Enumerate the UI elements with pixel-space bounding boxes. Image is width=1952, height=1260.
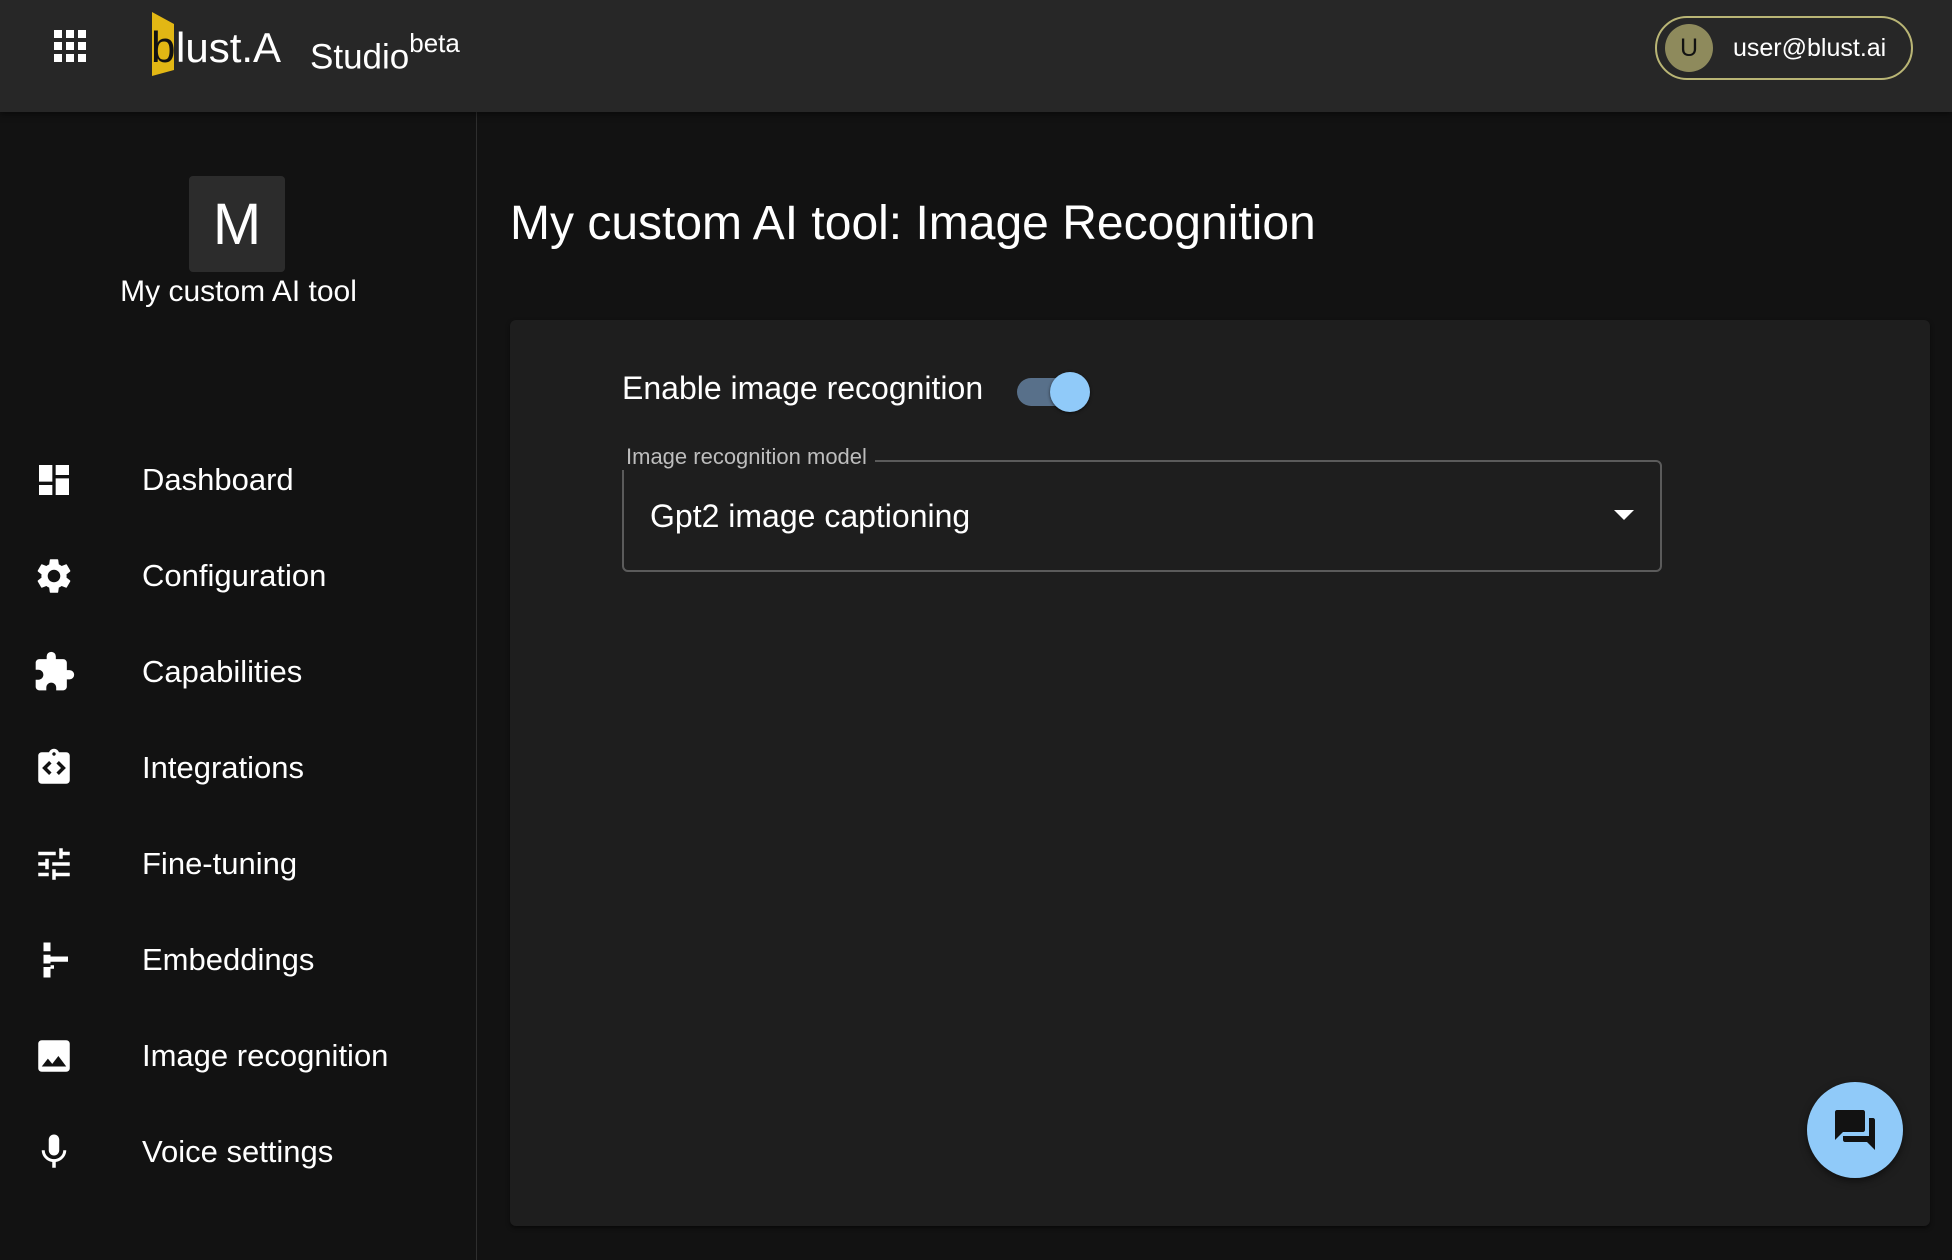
sidebar-item-label: Capabilities xyxy=(142,654,303,689)
sidebar-item-label: Fine-tuning xyxy=(142,846,298,881)
user-email: user@blust.ai xyxy=(1733,33,1887,62)
beta-superscript: beta xyxy=(409,28,460,58)
sidebar-item-embeddings[interactable]: Embeddings xyxy=(0,912,477,1008)
sidebar-item-label: Image recognition xyxy=(142,1038,389,1073)
microphone-icon xyxy=(30,1128,78,1176)
chat-fab-button[interactable] xyxy=(1807,1082,1903,1178)
image-recognition-model-select[interactable]: Image recognition model Gpt2 image capti… xyxy=(618,444,1662,572)
integration-icon xyxy=(30,744,78,792)
blust-ai-logo[interactable]: b lust.AI xyxy=(148,8,293,78)
enable-image-recognition-label: Enable image recognition xyxy=(622,370,984,406)
logo-letter-b: b xyxy=(151,23,175,72)
apps-grid-icon xyxy=(54,30,86,62)
sidebar-item-voice-settings[interactable]: Voice settings xyxy=(0,1104,477,1200)
page-title: My custom AI tool: Image Recognition xyxy=(510,197,1316,250)
sidebar-item-configuration[interactable]: Configuration xyxy=(0,528,477,624)
switch-thumb xyxy=(1050,372,1090,412)
settings-card: Enable image recognition Image recogniti… xyxy=(510,320,1930,1226)
apps-grid-button[interactable] xyxy=(46,22,94,70)
sidebar-item-capabilities[interactable]: Capabilities xyxy=(0,624,477,720)
logo-wordmark: lust.AI xyxy=(176,24,284,71)
sidebar-item-dashboard[interactable]: Dashboard xyxy=(0,432,477,528)
sidebar-item-label: Embeddings xyxy=(142,942,315,977)
studio-label: Studiobeta xyxy=(310,28,460,77)
sidebar-item-label: Voice settings xyxy=(142,1134,334,1169)
tool-avatar: M xyxy=(189,176,285,272)
sidebar-item-image-recognition[interactable]: Image recognition xyxy=(0,1008,477,1104)
sidebar: M My custom AI tool Dashboard Configurat… xyxy=(0,112,477,1260)
sidebar-item-integrations[interactable]: Integrations xyxy=(0,720,477,816)
image-icon xyxy=(30,1032,78,1080)
tune-sliders-icon xyxy=(30,840,78,888)
sidebar-item-label: Integrations xyxy=(142,750,304,785)
sidebar-item-fine-tuning[interactable]: Fine-tuning xyxy=(0,816,477,912)
enable-image-recognition-switch[interactable] xyxy=(1013,368,1093,414)
select-value: Gpt2 image captioning xyxy=(650,498,971,534)
select-label: Image recognition model xyxy=(618,444,875,470)
user-avatar: U xyxy=(1665,24,1713,72)
sidebar-item-label: Dashboard xyxy=(142,462,294,497)
user-account-chip[interactable]: U user@blust.ai xyxy=(1655,16,1913,80)
puzzle-icon xyxy=(30,648,78,696)
account-tree-icon xyxy=(30,936,78,984)
top-app-bar: b lust.AI Studiobeta U user@blust.ai xyxy=(0,0,1952,112)
tool-name: My custom AI tool xyxy=(120,275,357,308)
dropdown-arrow-icon xyxy=(1614,510,1634,520)
sidebar-item-label: Configuration xyxy=(142,558,327,593)
gear-icon xyxy=(30,552,78,600)
chat-icon xyxy=(1835,1110,1875,1150)
dashboard-icon xyxy=(30,456,78,504)
